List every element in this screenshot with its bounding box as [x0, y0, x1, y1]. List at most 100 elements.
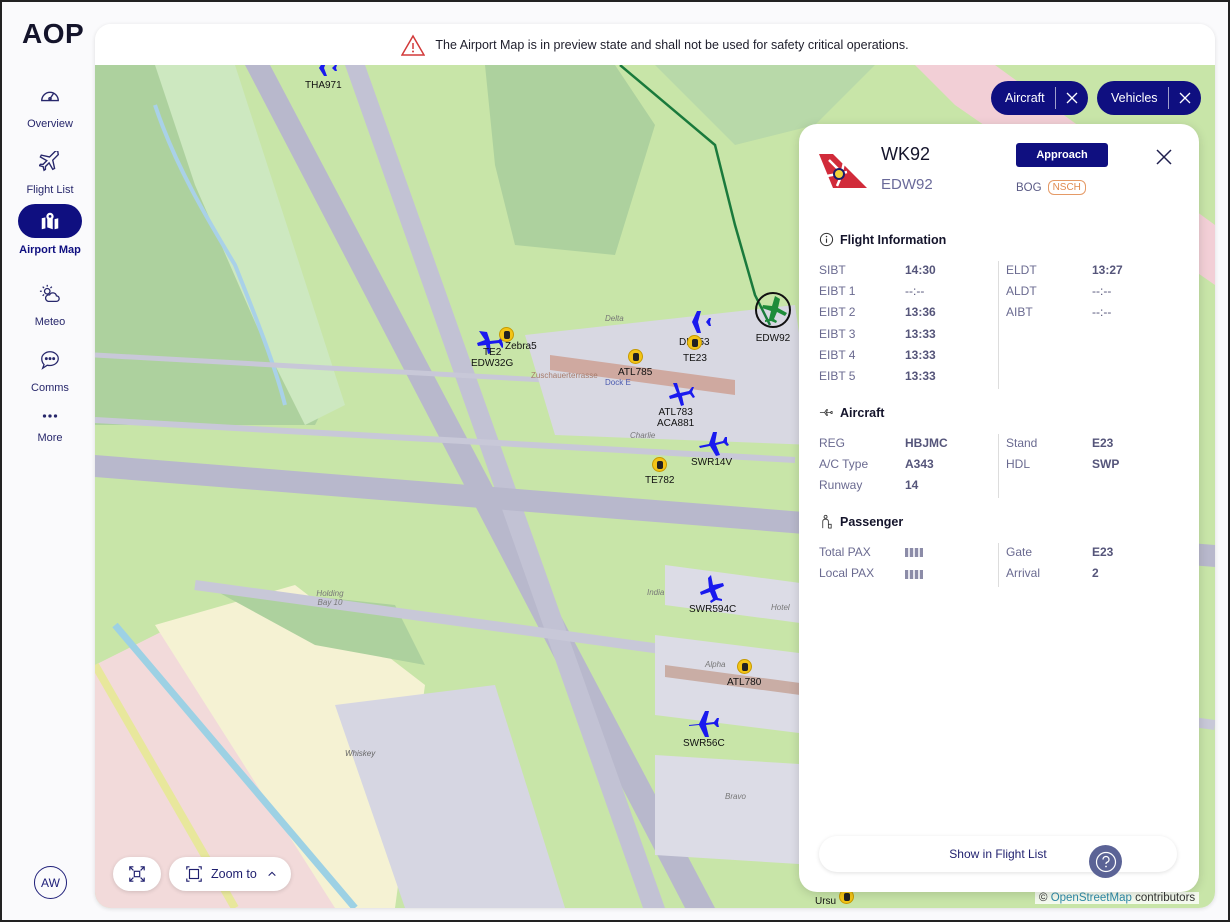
redacted-value	[905, 569, 923, 579]
sidebar-item-label: Meteo	[34, 316, 66, 328]
vehicle-marker[interactable]: TE782	[645, 457, 674, 486]
column-divider	[998, 434, 999, 498]
place-label: Dock E	[605, 378, 631, 387]
map-container: The Airport Map is in preview state and …	[95, 24, 1215, 908]
info-row: SIBT 14:30	[819, 263, 936, 277]
info-row: Stand E23	[1006, 436, 1114, 450]
vehicle-icon	[687, 335, 703, 350]
aircraft-marker[interactable]: SWR56C	[683, 709, 725, 749]
aircraft-icon	[699, 575, 724, 603]
column-divider	[998, 543, 999, 587]
aircraft-marker[interactable]	[680, 309, 712, 338]
place-label: Delta	[605, 314, 624, 323]
place-label: Holding Bay 10	[316, 589, 344, 607]
info-row: ALDT --:--	[1006, 284, 1112, 299]
vehicle-icon	[499, 327, 514, 342]
redacted-value	[905, 548, 923, 558]
close-icon	[1179, 92, 1191, 104]
place-label: Zuschauerterrasse	[531, 371, 598, 380]
flight-status-badge[interactable]: Approach	[1016, 143, 1108, 167]
aircraft-marker[interactable]: SWR594C	[689, 573, 736, 615]
filter-chip-aircraft[interactable]: Aircraft	[991, 81, 1088, 115]
map-pin-icon	[18, 204, 82, 238]
info-row: Runway 14	[819, 478, 919, 493]
warning-text: The Airport Map is in preview state and …	[435, 37, 909, 52]
vehicle-marker[interactable]: TE23	[683, 335, 707, 364]
place-label: Hotel	[771, 603, 790, 612]
fit-screen-button[interactable]	[113, 857, 161, 891]
more-dots-icon	[18, 406, 82, 426]
aircraft-marker-selected[interactable]: EDW92	[753, 290, 793, 344]
vehicle-marker[interactable]: ATL780	[727, 659, 761, 688]
aircraft-icon	[682, 311, 711, 333]
sidebar-item-label: Flight List	[26, 184, 74, 196]
sidebar-item-label: Overview	[27, 118, 73, 130]
passenger-section: Passenger Total PAX Local PAX Gate E23 Ar…	[819, 514, 1179, 589]
sidebar-item-label: Comms	[31, 382, 69, 394]
aircraft-small-icon	[819, 409, 833, 416]
sidebar-item-flight-list[interactable]: Flight List	[10, 146, 90, 202]
show-in-flight-list-button[interactable]: Show in Flight List	[819, 836, 1177, 872]
sidebar-item-meteo[interactable]: Meteo	[10, 278, 90, 334]
app-logo: AOP	[22, 18, 85, 49]
zoom-to-dropdown[interactable]: Zoom to	[169, 857, 291, 891]
user-avatar[interactable]: AW	[34, 866, 67, 899]
info-row: Local PAX	[819, 566, 923, 587]
flight-info-section: Flight Information SIBT 14:30 EIBT 1 --:--…	[819, 232, 1179, 391]
aircraft-icon	[688, 711, 719, 737]
aircraft-label: ATL783 ACA881	[657, 407, 695, 429]
selected-aircraft-icon	[755, 292, 791, 328]
apron-india	[665, 565, 815, 625]
vehicle-icon	[736, 659, 752, 674]
help-button[interactable]	[1089, 845, 1122, 878]
map-attribution: © OpenStreetMap contributors	[1035, 892, 1200, 904]
sidebar-item-comms[interactable]: Comms	[10, 344, 90, 400]
remove-filter-button[interactable]	[1056, 92, 1088, 104]
flight-detail-panel: WK92 EDW92 Approach BOG NSCH Flight Info…	[799, 124, 1199, 892]
info-row: Gate E23	[1006, 545, 1114, 559]
sidebar-item-airport-map[interactable]: Airport Map	[10, 204, 90, 260]
airline-tail-logo	[819, 154, 867, 188]
preview-warning-banner: The Airport Map is in preview state and …	[95, 24, 1215, 65]
passenger-icon	[822, 514, 832, 529]
remove-filter-button[interactable]	[1169, 92, 1201, 104]
sidebar-item-overview[interactable]: Overview	[10, 80, 90, 136]
place-label: Charlie	[630, 431, 656, 440]
flight-icao: EDW92	[881, 176, 933, 193]
flight-info-left: SIBT 14:30 EIBT 1 --:-- EIBT 2 13:36 EIBT 3…	[819, 263, 936, 390]
aircraft-marker[interactable]: THA971	[305, 65, 342, 91]
apron-bravo	[655, 755, 815, 865]
vehicle-icon	[627, 349, 643, 364]
info-row: AIBT --:--	[1006, 305, 1112, 320]
speedometer-icon	[18, 80, 82, 112]
info-row: A/C Type A343	[819, 457, 934, 472]
sidebar-item-more[interactable]: More	[10, 406, 90, 462]
info-row: Total PAX	[819, 545, 923, 566]
sidebar: AOP Overview Flight List Airport Map Met…	[2, 2, 96, 920]
vehicle-icon	[652, 457, 668, 472]
info-row: Arrival 2	[1006, 566, 1099, 581]
nsch-badge: NSCH	[1047, 180, 1086, 195]
filter-chip-vehicles[interactable]: Vehicles	[1097, 81, 1201, 115]
sidebar-item-label: Airport Map	[19, 244, 81, 256]
openstreetmap-link[interactable]: OpenStreetMap	[1051, 892, 1132, 904]
info-row: EIBT 5 13:33	[819, 368, 936, 383]
aircraft-marker[interactable]: SWR14V	[691, 428, 732, 468]
vehicle-marker[interactable]: ATL785	[618, 349, 652, 378]
flight-info-right: ELDT 13:27 ALDT --:-- AIBT --:--	[1006, 263, 1123, 327]
info-row: HDL SWP	[1006, 457, 1120, 472]
chevron-up-icon	[268, 871, 276, 877]
place-label: India	[647, 588, 665, 597]
place-label: Alpha	[705, 660, 726, 669]
flight-callsign: WK92	[881, 144, 931, 164]
zoom-frame-icon	[186, 866, 202, 882]
sidebar-item-label: More	[37, 432, 63, 444]
close-panel-button[interactable]	[1155, 148, 1173, 166]
warning-triangle-icon	[401, 34, 426, 56]
help-icon	[1095, 851, 1116, 872]
airplane-icon	[18, 146, 82, 178]
column-divider	[998, 261, 999, 389]
info-row: REG HBJMC	[819, 436, 948, 450]
fit-screen-icon	[129, 866, 145, 882]
info-icon	[819, 232, 834, 247]
